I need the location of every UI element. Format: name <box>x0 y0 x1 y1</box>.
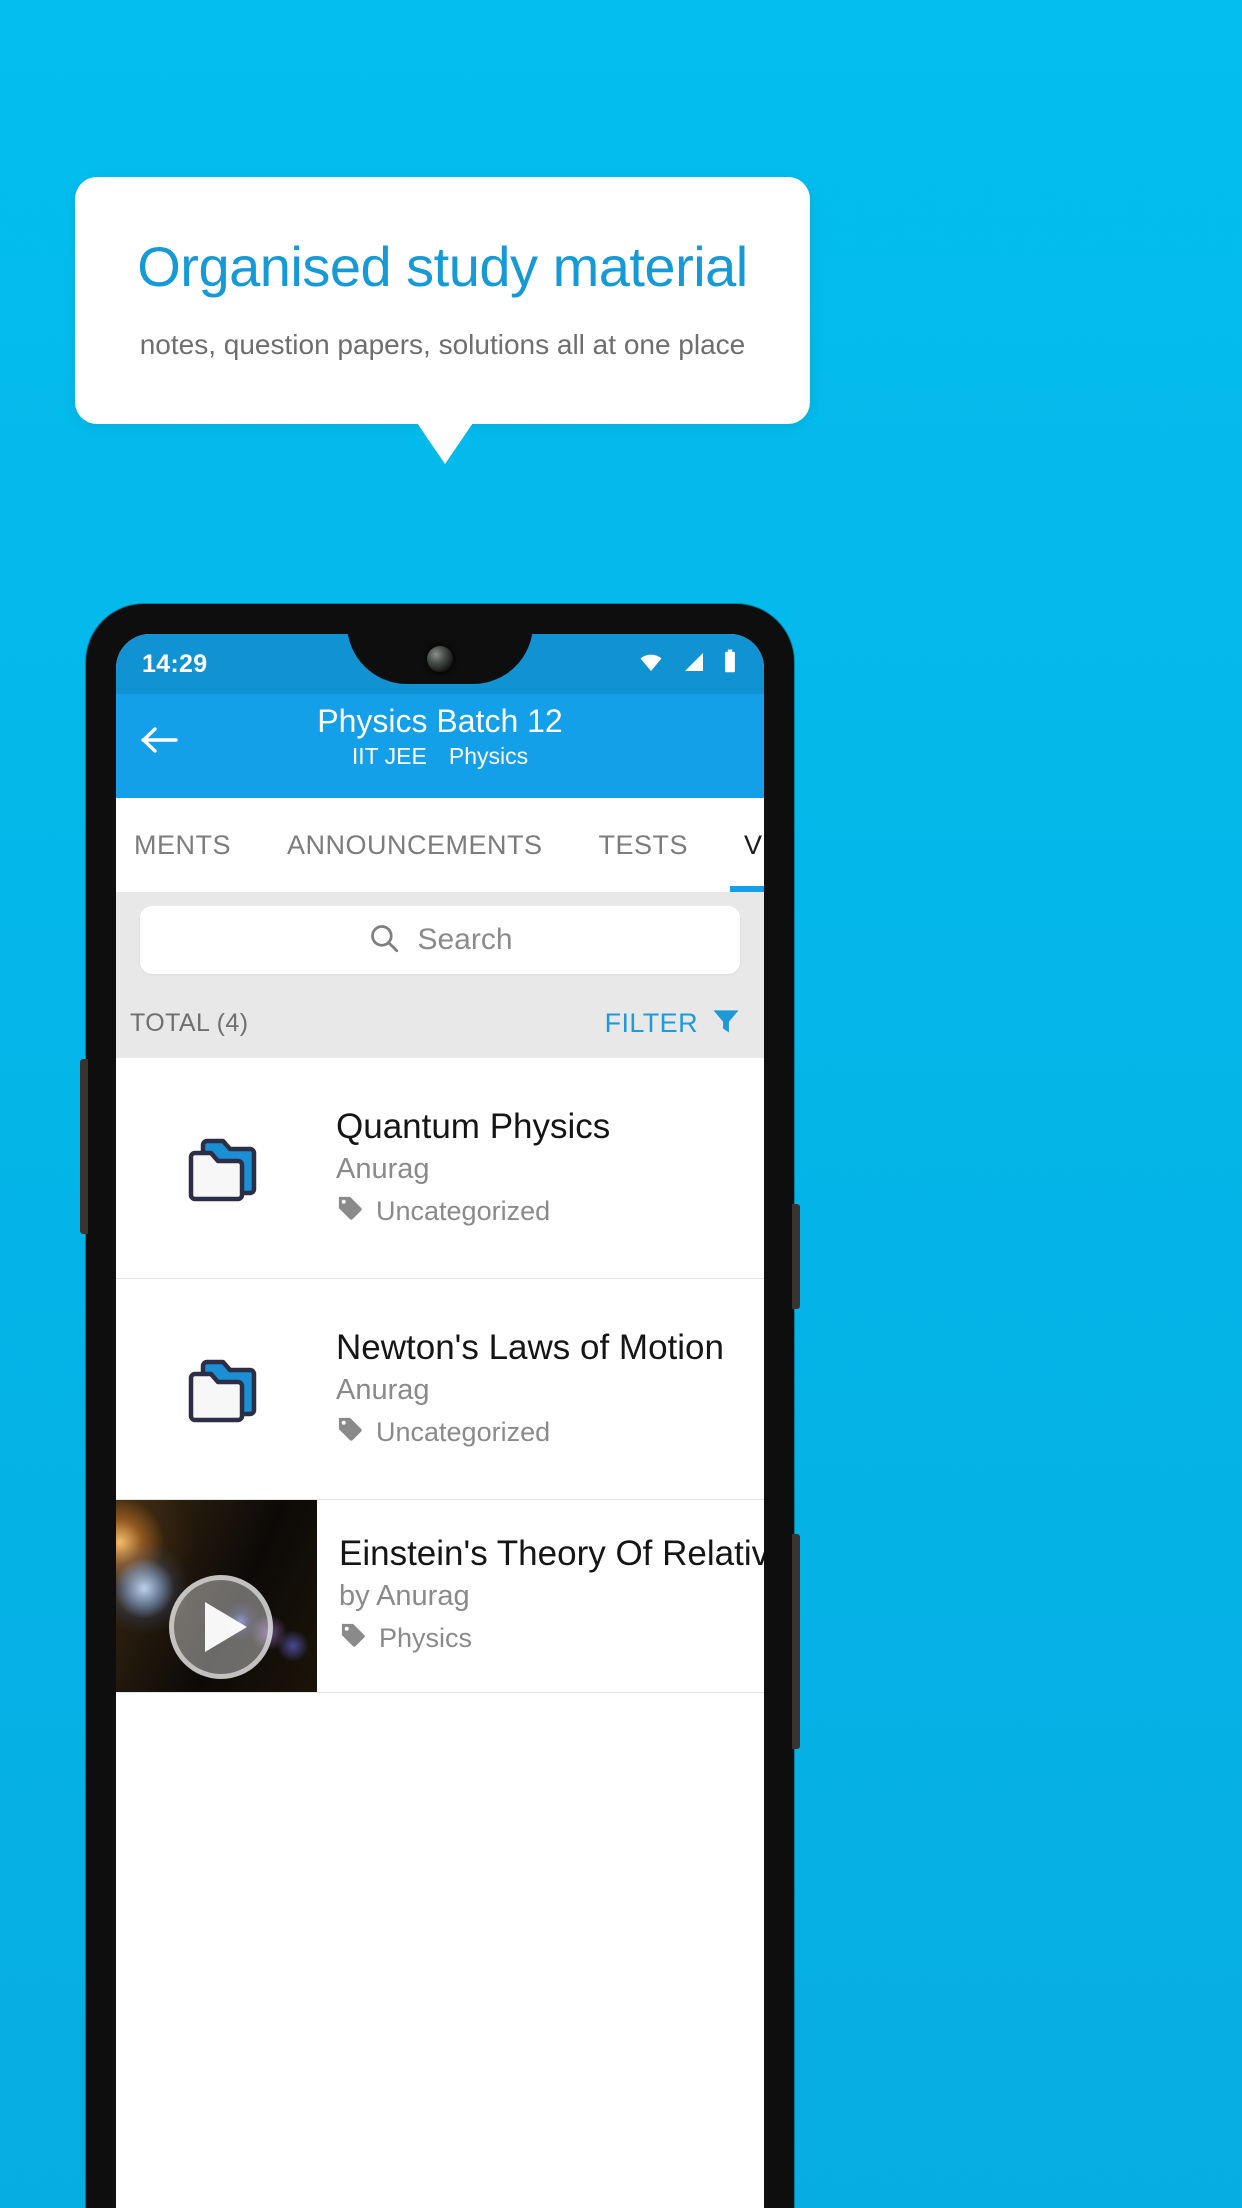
list-item[interactable]: Quantum Physics Anurag Uncategorized <box>116 1058 764 1279</box>
promo-bubble-tail <box>415 420 475 464</box>
list-item[interactable]: Einstein's Theory Of Relativity by Anura… <box>116 1500 764 1693</box>
list-item-author: Anurag <box>336 1374 430 1407</box>
subtitle-subject: Physics <box>448 742 529 769</box>
list-item-tag: Uncategorized <box>336 1415 724 1450</box>
list-header-row: TOTAL (4) FILTER <box>116 988 764 1058</box>
funnel-icon <box>710 1005 742 1042</box>
folder-icon <box>116 1131 336 1205</box>
tag-icon <box>339 1621 367 1656</box>
list-item-title: Newton's Laws of Motion <box>336 1327 724 1367</box>
phone-screen: 14:29 Physics Batch 12 IIT JEE Physics M… <box>116 634 764 2208</box>
page-title: Physics Batch 12 <box>317 703 563 739</box>
phone-volume-button[interactable] <box>792 1534 800 1749</box>
tab-assignments[interactable]: MENTS <box>134 798 231 892</box>
cellular-signal-icon <box>681 650 707 679</box>
tab-announcements[interactable]: ANNOUNCEMENTS <box>287 798 543 892</box>
list-item-author: Anurag <box>336 1153 430 1186</box>
search-icon <box>367 921 401 960</box>
back-arrow-icon[interactable] <box>138 718 182 762</box>
filter-button[interactable]: FILTER <box>605 1005 742 1042</box>
page-subtitle: IIT JEE Physics <box>317 743 562 770</box>
list-item-body: Einstein's Theory Of Relativity by Anura… <box>317 1500 764 1692</box>
phone-mockup: 14:29 Physics Batch 12 IIT JEE Physics M… <box>80 604 800 2208</box>
list-item-body: Quantum Physics Anurag Uncategorized <box>336 1107 622 1229</box>
search-section: Search <box>116 892 764 988</box>
search-input[interactable]: Search <box>140 906 740 974</box>
status-bar: 14:29 <box>116 634 764 694</box>
wifi-icon <box>636 650 666 679</box>
tag-icon <box>336 1415 364 1450</box>
battery-icon <box>722 649 738 680</box>
status-time: 14:29 <box>142 649 208 678</box>
promo-subtitle: notes, question papers, solutions all at… <box>139 329 746 360</box>
list-item-title: Quantum Physics <box>336 1106 611 1146</box>
tab-videos[interactable]: VIDEOS <box>730 798 764 892</box>
subtitle-exam: IIT JEE <box>351 742 427 769</box>
app-bar-titles: Physics Batch 12 IIT JEE Physics <box>317 703 563 770</box>
list-item-body: Newton's Laws of Motion Anurag Uncategor… <box>336 1328 736 1450</box>
play-icon[interactable] <box>168 1574 273 1679</box>
total-count-label: TOTAL (4) <box>130 1008 249 1037</box>
list-item-tag-label: Uncategorized <box>376 1196 551 1227</box>
phone-notch <box>347 634 533 684</box>
video-thumbnail[interactable] <box>116 1500 317 1692</box>
list-item[interactable]: Newton's Laws of Motion Anurag Uncategor… <box>116 1279 764 1500</box>
promo-title: Organised study material <box>137 235 748 298</box>
list-item-tag-label: Physics <box>379 1623 473 1654</box>
search-placeholder: Search <box>417 923 513 956</box>
promo-card: Organised study material notes, question… <box>75 177 810 424</box>
list-item-tag: Physics <box>339 1621 764 1656</box>
front-camera <box>427 646 453 672</box>
list-item-author: by Anurag <box>339 1580 470 1613</box>
phone-left-button[interactable] <box>80 1059 88 1234</box>
tab-tests[interactable]: TESTS <box>599 798 689 892</box>
status-icons <box>636 649 738 680</box>
folder-icon <box>116 1352 336 1426</box>
app-bar: Physics Batch 12 IIT JEE Physics <box>116 694 764 798</box>
list-item-tag-label: Uncategorized <box>376 1417 551 1448</box>
filter-label: FILTER <box>604 1007 698 1038</box>
list-item-title: Einstein's Theory Of Relativity <box>339 1534 764 1573</box>
tag-icon <box>336 1194 364 1229</box>
phone-power-button[interactable] <box>792 1204 800 1309</box>
tab-bar: MENTS ANNOUNCEMENTS TESTS VIDEOS <box>116 798 764 892</box>
play-triangle <box>204 1601 247 1652</box>
list-item-tag: Uncategorized <box>336 1194 610 1229</box>
